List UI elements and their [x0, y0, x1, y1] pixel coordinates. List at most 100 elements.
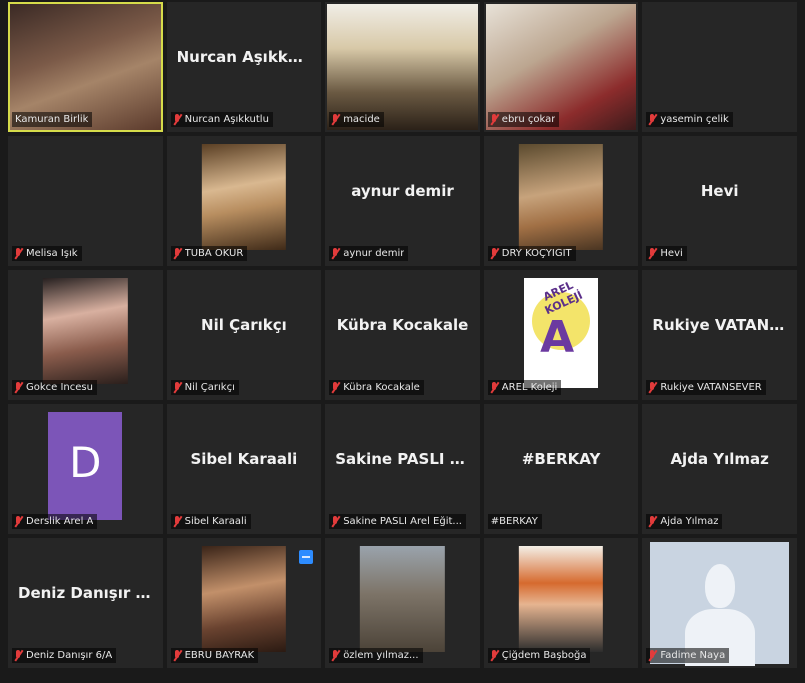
- participant-nametag: yasemin çelik: [646, 112, 733, 127]
- participant-video: [518, 144, 604, 250]
- participant-tile-gokce[interactable]: Gokce Incesu: [8, 270, 163, 400]
- participant-tile-kubra[interactable]: Kübra Kocakale Kübra Kocakale: [325, 270, 480, 400]
- participant-name-label: ebru çokar: [501, 114, 556, 125]
- participant-tile-arel[interactable]: AREL KOLEJİ A AREL Koleji: [483, 270, 639, 400]
- participant-video: [201, 144, 287, 250]
- participant-nametag: Kamuran Birlik: [12, 112, 93, 127]
- participant-tile-berkay[interactable]: #BERKAY #BERKAY: [483, 404, 639, 534]
- participant-tile-dry[interactable]: DRY KOÇYİĞİT: [483, 136, 639, 266]
- participant-tile-tuba[interactable]: TUBA OKUR: [166, 136, 322, 266]
- participant-name-label: Gokce Incesu: [26, 382, 93, 393]
- participant-tile-sakine[interactable]: Sakine PASLI Ar... Sakine PASLI Arel Eği…: [325, 404, 480, 534]
- participant-name-label: aynur demir: [343, 248, 405, 259]
- participant-tile-aynur[interactable]: aynur demir aynur demir: [325, 136, 480, 266]
- participant-tile-derslik[interactable]: D Derslik Arel A: [8, 404, 163, 534]
- participant-tile-hevi[interactable]: Hevi Hevi: [642, 136, 797, 266]
- participant-nametag: AREL Koleji: [487, 380, 562, 395]
- mic-muted-icon: [649, 114, 656, 125]
- share-screen-icon[interactable]: [299, 550, 314, 564]
- participant-tile-macide[interactable]: macide: [325, 2, 480, 132]
- participant-display-name: Nil Çarıkçı: [201, 315, 287, 334]
- participant-name-label: #BERKAY: [490, 516, 538, 527]
- participant-tile-deniz[interactable]: Deniz Danışır 6/A Deniz Danışır 6/A: [8, 538, 163, 668]
- participant-tile-ajda[interactable]: Ajda Yılmaz Ajda Yılmaz: [642, 404, 797, 534]
- participant-nametag: Hevi: [646, 246, 687, 261]
- participant-nametag: macide: [329, 112, 384, 127]
- participant-gallery: Kamuran Birlik Nurcan Aşıkkutlu Nurcan A…: [8, 0, 797, 670]
- participant-tile-sibel[interactable]: Sibel Karaali Sibel Karaali: [166, 404, 322, 534]
- participant-video: [201, 546, 287, 652]
- participant-name-label: Fadime Naya: [660, 650, 726, 661]
- participant-video: [43, 278, 128, 384]
- participant-nametag: Nurcan Aşıkkutlu: [170, 112, 273, 127]
- participant-tile-kamuran[interactable]: Kamuran Birlik: [8, 2, 163, 132]
- participant-display-name: Sakine PASLI Ar...: [335, 449, 478, 468]
- participant-name-label: Ajda Yılmaz: [660, 516, 719, 527]
- participant-tile-ebru-cokar[interactable]: ebru çokar: [483, 2, 639, 132]
- participant-tile-fadime[interactable]: Fadime Naya: [642, 538, 797, 668]
- participant-display-name: Rukiye VATANS...: [652, 315, 795, 334]
- participant-nametag: DRY KOÇYİĞİT: [487, 246, 576, 261]
- participant-nametag: Derslik Arel A: [12, 514, 98, 529]
- participant-tile-nurcan[interactable]: Nurcan Aşıkkutlu Nurcan Aşıkkutlu: [166, 2, 322, 132]
- participant-video: [650, 542, 789, 666]
- mic-muted-icon: [649, 650, 656, 661]
- participant-name-label: EBRU BAYRAK: [184, 650, 255, 661]
- participant-name-label: yasemin çelik: [660, 114, 729, 125]
- mic-muted-icon: [174, 650, 181, 661]
- arel-koleji-logo: AREL KOLEJİ A: [524, 278, 599, 388]
- mic-muted-icon: [15, 382, 22, 393]
- mic-muted-icon: [491, 382, 498, 393]
- participant-name-label: Sakine PASLI Arel Eğit...: [343, 516, 462, 527]
- mic-muted-icon: [649, 248, 656, 259]
- participant-name-label: Nurcan Aşıkkutlu: [184, 114, 269, 125]
- participant-name-label: macide: [343, 114, 380, 125]
- participant-nametag: Çiğdem Başboğa: [487, 648, 591, 663]
- participant-name-label: Çiğdem Başboğa: [501, 650, 587, 661]
- mic-muted-icon: [332, 516, 339, 527]
- participant-nametag: Fadime Naya: [646, 648, 730, 663]
- participant-video: [360, 546, 445, 652]
- mic-muted-icon: [15, 248, 22, 259]
- participant-tile-rukiye[interactable]: Rukiye VATANS... Rukiye VATANSEVER: [642, 270, 797, 400]
- logo-mark: A: [540, 312, 575, 363]
- participant-display-name: #BERKAY: [521, 449, 601, 468]
- participant-tile-nil[interactable]: Nil Çarıkçı Nil Çarıkçı: [166, 270, 322, 400]
- participant-display-name: Ajda Yılmaz: [670, 449, 769, 468]
- avatar: D: [48, 412, 123, 520]
- participant-tile-ozlem[interactable]: özlem yılmaz...: [325, 538, 480, 668]
- participant-name-label: DRY KOÇYİĞİT: [501, 248, 572, 259]
- participant-video: [518, 546, 604, 652]
- participant-nametag: ebru çokar: [487, 112, 560, 127]
- participant-name-label: AREL Koleji: [501, 382, 558, 393]
- participant-tile-melisa[interactable]: Melisa Işık: [8, 136, 163, 266]
- mic-muted-icon: [491, 650, 498, 661]
- mic-muted-icon: [15, 516, 22, 527]
- mic-muted-icon: [332, 382, 339, 393]
- silhouette-icon: [704, 563, 735, 608]
- participant-nametag: Sibel Karaali: [170, 514, 251, 529]
- participant-tile-ebru-bayrak[interactable]: EBRU BAYRAK: [166, 538, 322, 668]
- participant-tile-yasemin[interactable]: yasemin çelik: [642, 2, 797, 132]
- participant-display-name: Hevi: [700, 181, 739, 200]
- participant-name-label: Sibel Karaali: [184, 516, 247, 527]
- mic-muted-icon: [174, 248, 181, 259]
- avatar-initial: D: [69, 437, 102, 487]
- participant-name-label: özlem yılmaz...: [343, 650, 419, 661]
- participant-nametag: EBRU BAYRAK: [170, 648, 259, 663]
- participant-tile-cigdem[interactable]: Çiğdem Başboğa: [483, 538, 639, 668]
- mic-muted-icon: [649, 382, 656, 393]
- mic-muted-icon: [174, 516, 181, 527]
- participant-nametag: Sakine PASLI Arel Eğit...: [329, 514, 466, 529]
- mic-muted-icon: [332, 248, 339, 259]
- participant-nametag: aynur demir: [329, 246, 409, 261]
- participant-nametag: Rukiye VATANSEVER: [646, 380, 766, 395]
- mic-muted-icon: [491, 114, 498, 125]
- participant-nametag: #BERKAY: [487, 514, 542, 529]
- participant-nametag: Melisa Işık: [12, 246, 82, 261]
- participant-display-name: Nurcan Aşıkkutlu: [176, 47, 320, 66]
- participant-display-name: Deniz Danışır 6/A: [18, 583, 161, 602]
- participant-nametag: Kübra Kocakale: [329, 380, 424, 395]
- participant-nametag: Nil Çarıkçı: [170, 380, 239, 395]
- mic-muted-icon: [174, 382, 181, 393]
